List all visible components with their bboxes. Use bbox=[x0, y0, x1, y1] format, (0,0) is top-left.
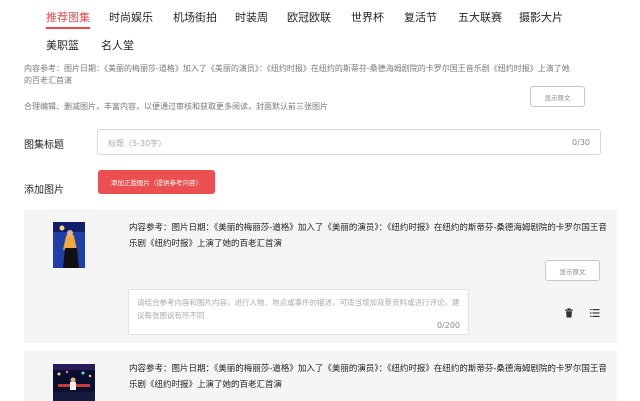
description-placeholder: 请结合参考内容和图片内容，进行人物、地点或事件的描述，可适当增加背景资料或进行评… bbox=[137, 298, 460, 320]
tab-recommended[interactable]: 推荐图集 bbox=[46, 9, 90, 25]
title-placeholder: 标题（5-30字） bbox=[108, 139, 167, 148]
image-description-input[interactable]: 请结合参考内容和图片内容，进行人物、地点或事件的描述，可适当增加背景资料或进行评… bbox=[128, 289, 469, 335]
title-label: 图集标题 bbox=[24, 140, 64, 151]
editing-tip: 合理编辑、删减图片，丰富内容，以便通过审核和获取更多阅读，封面默认前三张图片 bbox=[24, 102, 328, 111]
tab-world-cup[interactable]: 世界杯 bbox=[351, 9, 384, 25]
image-thumbnail[interactable] bbox=[53, 364, 95, 401]
description-counter: 0/200 bbox=[436, 321, 460, 330]
card-reference-line-2: 乐剧《纽约时报》上演了她的百老汇首演 bbox=[129, 239, 283, 249]
image-card: 内容参考：图片日期：《美丽的梅丽莎-道格》加入了《美丽的演员》：《纽约时报》在纽… bbox=[24, 210, 617, 343]
reference-line-2: 的百老汇首演 bbox=[24, 76, 72, 85]
add-images-label: 添加图片 bbox=[24, 185, 64, 196]
add-licensed-images-button[interactable]: 添加正版图片（提供参考内容） bbox=[98, 170, 215, 194]
tab-hall-of-fame[interactable]: 名人堂 bbox=[101, 37, 134, 53]
card-reference-line-1: 内容参考：图片日期：《美丽的梅丽莎-道格》加入了《美丽的演员》：《纽约时报》在纽… bbox=[129, 364, 607, 374]
card-show-original-button[interactable]: 显示原文 bbox=[545, 260, 600, 281]
image-card: 内容参考：图片日期：《美丽的梅丽莎-道格》加入了《美丽的演员》：《纽约时报》在纽… bbox=[24, 351, 617, 401]
trash-icon[interactable] bbox=[564, 303, 574, 318]
card-reference-line-1: 内容参考：图片日期：《美丽的梅丽莎-道格》加入了《美丽的演员》：《纽约时报》在纽… bbox=[129, 223, 607, 233]
show-original-button[interactable]: 显示原文 bbox=[530, 86, 585, 107]
concert-photo bbox=[53, 222, 85, 268]
tab-easter[interactable]: 复活节 bbox=[404, 9, 437, 25]
tab-fashion[interactable]: 时尚娱乐 bbox=[109, 9, 153, 25]
reference-line-1: 内容参考：图片日期：《美丽的梅丽莎-道格》加入了《美丽的演员》：《纽约时报》在纽… bbox=[24, 64, 570, 73]
active-tab-underline bbox=[46, 27, 90, 29]
concert-stage-photo bbox=[53, 364, 95, 401]
image-thumbnail[interactable] bbox=[53, 222, 85, 268]
category-tabs: 推荐图集 时尚娱乐 机场街拍 时装周 欧冠欧联 世界杯 复活节 五大联赛 摄影大… bbox=[0, 0, 640, 62]
tab-nba[interactable]: 美职篮 bbox=[46, 37, 79, 53]
tab-airport-street[interactable]: 机场街拍 bbox=[173, 9, 217, 25]
tab-champions-league[interactable]: 欧冠欧联 bbox=[287, 9, 331, 25]
title-input[interactable]: 标题（5-30字） 0/30 bbox=[97, 129, 601, 155]
card-reference-line-2: 乐剧《纽约时报》上演了她的百老汇首演 bbox=[129, 380, 283, 390]
tab-fashion-week[interactable]: 时装周 bbox=[235, 9, 268, 25]
title-counter: 0/30 bbox=[572, 138, 590, 147]
list-icon[interactable] bbox=[590, 303, 600, 317]
tab-five-leagues[interactable]: 五大联赛 bbox=[458, 9, 502, 25]
tab-photography[interactable]: 摄影大片 bbox=[519, 9, 563, 25]
